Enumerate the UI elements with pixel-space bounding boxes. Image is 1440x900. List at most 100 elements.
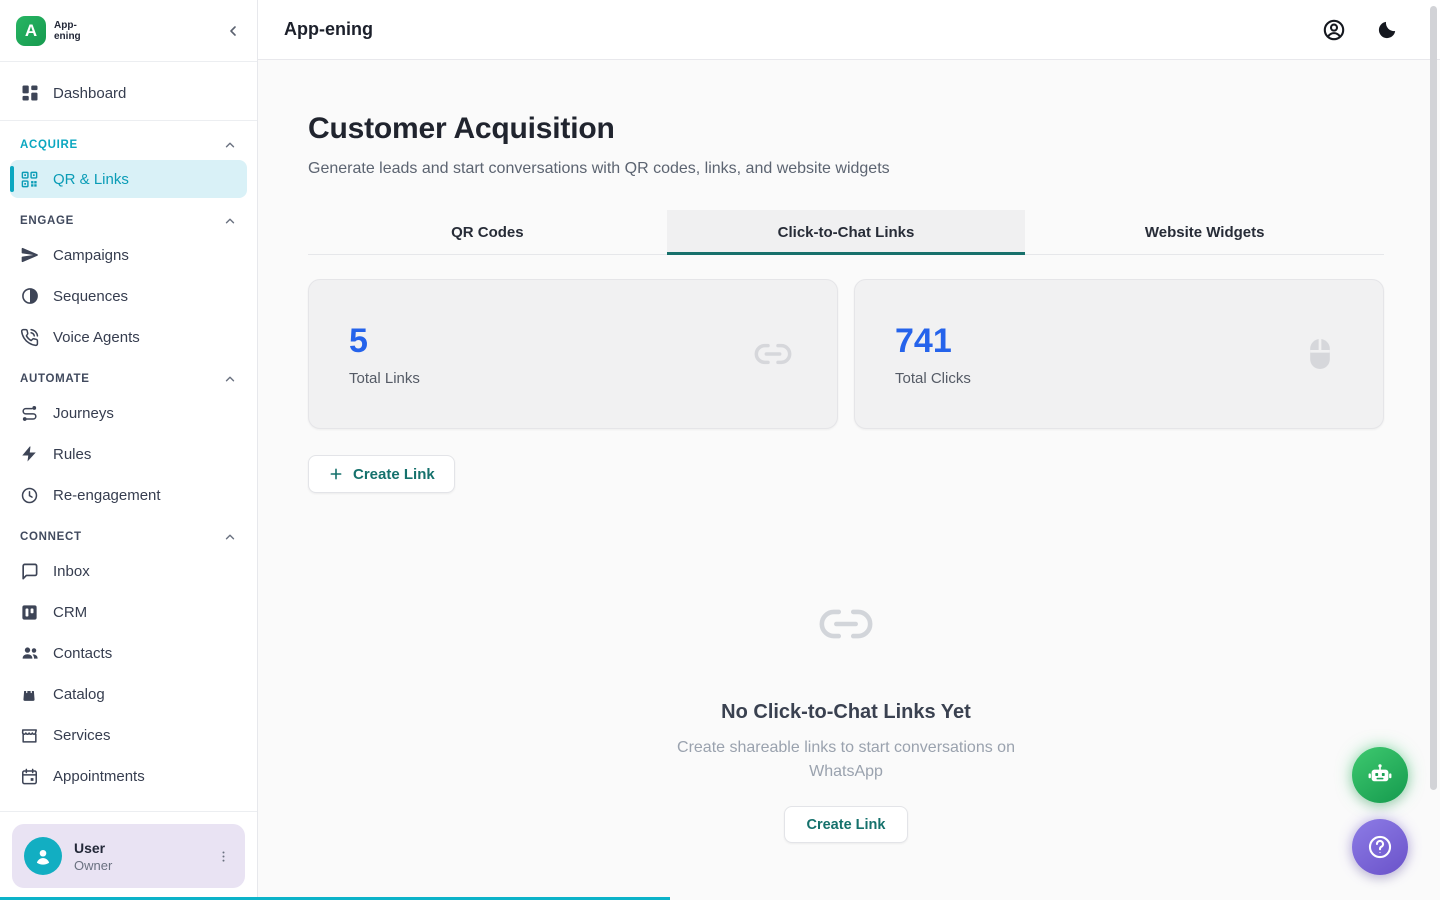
kebab-menu-icon[interactable] [212,845,235,868]
sidebar-header: A App- ening [0,0,257,62]
user-name: User [74,840,200,856]
sidebar-user-area: User Owner [0,811,257,900]
tab-label: Website Widgets [1145,224,1265,241]
shopping-bag-icon [20,684,40,704]
contrast-icon [20,286,40,306]
chevron-up-icon[interactable] [223,214,237,228]
vertical-scrollbar[interactable] [1430,6,1437,790]
chevron-up-icon[interactable] [223,530,237,544]
stat-card-total-links: 5 Total Links [308,279,838,429]
clock-icon [20,485,40,505]
topbar: App-ening [258,0,1440,60]
board-icon [20,602,40,622]
main-area: Customer Acquisition Generate leads and … [258,60,1440,900]
sidebar-item-re-engagement[interactable]: Re-engagement [10,476,247,514]
message-square-icon [20,561,40,581]
chatbot-fab-button[interactable] [1352,747,1408,803]
sidebar-item-appointments[interactable]: Appointments [10,757,247,795]
question-mark-icon [1366,833,1394,861]
sidebar-item-label: Appointments [53,768,145,785]
user-meta: User Owner [74,840,200,873]
sidebar-item-crm[interactable]: CRM [10,593,247,631]
stat-card-total-clicks: 741 Total Clicks [854,279,1384,429]
sidebar-item-label: Rules [53,446,91,463]
sidebar-item-label: Services [53,727,111,744]
sidebar-item-label: Catalog [53,686,105,703]
app-logo: A App- ening [16,16,81,46]
avatar [24,837,62,875]
chevron-up-icon[interactable] [223,138,237,152]
tab-website-widgets[interactable]: Website Widgets [1025,210,1384,254]
sidebar-item-inbox[interactable]: Inbox [10,552,247,590]
sidebar-item-voice-agents[interactable]: Voice Agents [10,318,247,356]
sidebar-divider [0,120,257,121]
sidebar-item-sequences[interactable]: Sequences [10,277,247,315]
logo-text: App- ening [54,20,81,42]
user-circle-icon[interactable] [1322,18,1346,42]
tab-qr-codes[interactable]: QR Codes [308,210,667,254]
section-label: CONNECT [20,531,82,543]
tab-label: QR Codes [451,224,524,241]
users-icon [20,643,40,663]
sidebar-nav: Dashboard ACQUIRE QR & Links ENGAGE [0,62,257,811]
sidebar-item-label: Campaigns [53,247,129,264]
mouse-icon [1301,335,1339,373]
phone-call-icon [20,327,40,347]
content: Customer Acquisition Generate leads and … [258,60,1440,843]
section-label: AUTOMATE [20,373,90,385]
sidebar-item-rules[interactable]: Rules [10,435,247,473]
empty-create-link-button[interactable]: Create Link [784,806,909,843]
sidebar-item-contacts[interactable]: Contacts [10,634,247,672]
empty-state: No Click-to-Chat Links Yet Create sharea… [308,595,1384,843]
sidebar-item-label: CRM [53,604,87,621]
topbar-title: App-ening [284,19,373,40]
dashboard-icon [20,83,40,103]
link-icon [753,334,793,374]
zap-icon [20,444,40,464]
sidebar-item-label: Inbox [53,563,90,580]
section-label: ENGAGE [20,215,74,227]
page-title: Customer Acquisition [308,112,1384,146]
link-icon [817,595,875,653]
sidebar-item-label: QR & Links [53,171,129,188]
tab-label: Click-to-Chat Links [778,224,915,241]
sidebar: A App- ening Dashboard ACQUIRE [0,0,258,900]
empty-state-title: No Click-to-Chat Links Yet [721,701,971,724]
sidebar-item-catalog[interactable]: Catalog [10,675,247,713]
sidebar-item-label: Journeys [53,405,114,422]
create-link-button-label: Create Link [353,466,435,483]
sidebar-item-label: Sequences [53,288,128,305]
sidebar-item-campaigns[interactable]: Campaigns [10,236,247,274]
help-fab-button[interactable] [1352,819,1408,875]
logo-mark-icon: A [16,16,46,46]
app-window: A App- ening Dashboard ACQUIRE [0,0,1440,900]
collapse-sidebar-icon[interactable] [225,23,241,39]
sidebar-item-label: Dashboard [53,85,126,102]
section-header-automate[interactable]: AUTOMATE [10,359,247,394]
sidebar-item-qr-links[interactable]: QR & Links [10,160,247,198]
sidebar-item-dashboard[interactable]: Dashboard [10,74,247,112]
moon-icon[interactable] [1376,19,1398,41]
logo-text-line1: App- [54,20,81,31]
chevron-up-icon[interactable] [223,372,237,386]
section-header-acquire[interactable]: ACQUIRE [10,125,247,160]
tab-click-to-chat-links[interactable]: Click-to-Chat Links [667,210,1026,254]
person-icon [32,845,54,867]
qr-code-icon [20,169,40,189]
topbar-actions [1322,18,1398,42]
robot-icon [1366,761,1394,789]
user-card[interactable]: User Owner [12,824,245,888]
sidebar-item-label: Re-engagement [53,487,161,504]
create-link-button[interactable]: Create Link [308,455,455,493]
plus-icon [328,466,344,482]
section-header-connect[interactable]: CONNECT [10,517,247,552]
sidebar-item-journeys[interactable]: Journeys [10,394,247,432]
empty-state-description: Create shareable links to start conversa… [656,736,1036,784]
send-icon [20,245,40,265]
user-role: Owner [74,858,200,873]
page-subtitle: Generate leads and start conversations w… [308,160,1384,178]
tab-bar: QR Codes Click-to-Chat Links Website Wid… [308,210,1384,255]
sidebar-item-label: Contacts [53,645,112,662]
section-header-engage[interactable]: ENGAGE [10,201,247,236]
sidebar-item-services[interactable]: Services [10,716,247,754]
